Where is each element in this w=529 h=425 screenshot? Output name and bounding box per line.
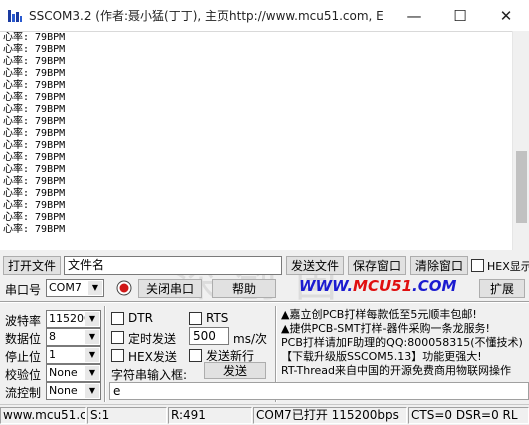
receive-line: 心率: 79BPM	[3, 128, 66, 139]
dtr-checkbox[interactable]	[111, 312, 124, 325]
chevron-down-icon[interactable]: ▼	[85, 366, 99, 380]
interval-unit-label: ms/次	[233, 332, 267, 346]
mcu51-link[interactable]: WWW.MCU51.COM	[299, 277, 456, 295]
scrollbar-thumb[interactable]	[516, 151, 527, 223]
parity-select[interactable]: None ▼	[46, 364, 101, 382]
title-bar[interactable]: SSCOM3.2 (作者:聂小猛(丁丁), 主页http://www.mcu51…	[0, 0, 529, 31]
ad-line[interactable]: RT-Thread来自中国的开源免费商用物联网操作	[281, 362, 511, 378]
databits-label: 数据位	[5, 332, 42, 346]
send-newline-checkbox[interactable]	[189, 349, 202, 362]
flow-value: None	[49, 384, 78, 397]
hex-send-checkbox[interactable]	[111, 349, 124, 362]
baud-select[interactable]: 115200 ▼	[46, 310, 101, 328]
flow-label: 流控制	[5, 386, 42, 400]
expand-button[interactable]: 扩展	[479, 279, 525, 298]
receive-line: 心率: 79BPM	[3, 224, 66, 235]
mcu-link-suffix: .COM	[412, 277, 457, 295]
receive-line: 心率: 79BPM	[3, 116, 66, 127]
input-label: 字符串输入框:	[111, 368, 188, 382]
chevron-down-icon[interactable]: ▼	[85, 384, 99, 398]
maximize-button[interactable]: ☐	[437, 0, 483, 31]
receive-line: 心率: 79BPM	[3, 56, 66, 67]
send-file-button[interactable]: 发送文件	[286, 256, 344, 275]
receive-line: 心率: 79BPM	[3, 176, 66, 187]
parity-label: 校验位	[5, 368, 42, 382]
open-file-button[interactable]: 打开文件	[3, 256, 61, 275]
receive-line: 心率: 79BPM	[3, 104, 66, 115]
receive-line: 心率: 79BPM	[3, 32, 66, 43]
save-window-button[interactable]: 保存窗口	[348, 256, 406, 275]
port-select[interactable]: COM7 ▼	[46, 279, 104, 297]
chevron-down-icon[interactable]: ▼	[85, 330, 99, 344]
interval-input[interactable]: 500	[189, 327, 229, 345]
timed-send-checkbox[interactable]	[111, 331, 124, 344]
divider	[0, 301, 529, 303]
chevron-down-icon[interactable]: ▼	[85, 312, 99, 326]
flow-select[interactable]: None ▼	[46, 382, 101, 400]
timed-send-label: 定时发送	[128, 332, 177, 346]
receive-line: 心率: 79BPM	[3, 188, 66, 199]
port-label: 串口号	[5, 283, 42, 297]
minimize-button[interactable]: —	[391, 0, 437, 31]
stopbits-label: 停止位	[5, 350, 42, 364]
chevron-down-icon[interactable]: ▼	[85, 348, 99, 362]
status-sent-count: S:1	[87, 407, 167, 424]
stopbits-select[interactable]: 1 ▼	[46, 346, 101, 364]
close-button[interactable]: ✕	[483, 0, 529, 31]
divider	[104, 306, 106, 402]
baud-label: 波特率	[5, 314, 42, 328]
receive-line: 心率: 79BPM	[3, 152, 66, 163]
receive-line: 心率: 79BPM	[3, 200, 66, 211]
receive-scrollbar[interactable]	[512, 31, 529, 250]
databits-select[interactable]: 8 ▼	[46, 328, 101, 346]
help-button[interactable]: 帮助	[212, 279, 276, 298]
dtr-label: DTR	[128, 311, 153, 325]
rts-label: RTS	[206, 311, 229, 325]
send-text-input[interactable]: e	[109, 382, 529, 400]
parity-value: None	[49, 366, 78, 379]
send-button[interactable]: 发送	[204, 362, 266, 379]
databits-value: 8	[49, 330, 56, 343]
receive-text-area[interactable]: 心率: 79BPM 心率: 79BPM 心率: 79BPM 心率: 79BPM 心率: …	[0, 31, 512, 250]
port-status-icon	[116, 280, 132, 296]
receive-line: 心率: 79BPM	[3, 68, 66, 79]
chevron-down-icon[interactable]: ▼	[88, 281, 102, 295]
port-value: COM7	[49, 281, 82, 294]
status-bar: www.mcu51.cor S:1 R:491 COM7已打开 115200bp…	[0, 404, 529, 425]
hex-display-checkbox[interactable]	[471, 259, 484, 272]
app-icon	[8, 10, 22, 22]
window-title: SSCOM3.2 (作者:聂小猛(丁丁), 主页http://www.mcu51…	[29, 9, 384, 23]
receive-line: 心率: 79BPM	[3, 80, 66, 91]
receive-line: 心率: 79BPM	[3, 140, 66, 151]
receive-line: 心率: 79BPM	[3, 212, 66, 223]
stopbits-value: 1	[49, 348, 56, 361]
hex-send-label: HEX发送	[128, 350, 177, 364]
close-port-button[interactable]: 关闭串口	[138, 279, 202, 298]
status-received-count: R:491	[168, 407, 252, 424]
mcu-link-prefix: WWW.	[299, 277, 354, 295]
rts-checkbox[interactable]	[189, 312, 202, 325]
hex-display-label: HEX显示	[487, 260, 529, 273]
file-name-input[interactable]: 文件名	[64, 256, 282, 275]
receive-line: 心率: 79BPM	[3, 92, 66, 103]
clear-window-button[interactable]: 清除窗口	[410, 256, 468, 275]
status-port-state: COM7已打开 115200bps	[253, 407, 407, 424]
status-signals: CTS=0 DSR=0 RL	[408, 407, 529, 424]
status-site[interactable]: www.mcu51.cor	[0, 407, 86, 424]
mcu-link-accent: MCU51	[353, 277, 413, 295]
receive-line: 心率: 79BPM	[3, 44, 66, 55]
receive-line: 心率: 79BPM	[3, 164, 66, 175]
